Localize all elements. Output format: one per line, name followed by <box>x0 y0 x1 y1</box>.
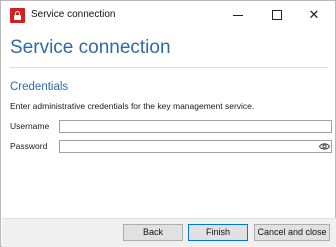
eye-icon[interactable] <box>319 142 330 151</box>
page-title: Service connection <box>10 37 171 58</box>
password-field[interactable] <box>59 140 332 153</box>
section-title: Credentials <box>10 81 69 93</box>
close-button[interactable]: ✕ <box>297 1 331 31</box>
minimize-button[interactable] <box>221 1 255 31</box>
window-title: Service connection <box>31 9 116 20</box>
lock-icon <box>10 8 25 23</box>
title-bar[interactable]: Service connection ✕ <box>1 1 335 31</box>
back-button[interactable]: Back <box>123 224 183 241</box>
finish-button[interactable]: Finish <box>188 224 248 241</box>
username-label: Username <box>10 121 50 131</box>
password-label: Password <box>10 141 48 151</box>
maximize-button[interactable] <box>260 1 294 31</box>
header-divider <box>10 67 328 68</box>
section-description: Enter administrative credentials for the… <box>10 101 255 111</box>
close-icon: ✕ <box>308 8 320 23</box>
minimize-icon <box>233 15 243 16</box>
maximize-icon <box>272 9 282 20</box>
dialog-window: Service connection ✕ Service connection … <box>0 0 336 247</box>
username-field[interactable] <box>59 120 332 133</box>
cancel-and-close-button[interactable]: Cancel and close <box>254 224 330 241</box>
